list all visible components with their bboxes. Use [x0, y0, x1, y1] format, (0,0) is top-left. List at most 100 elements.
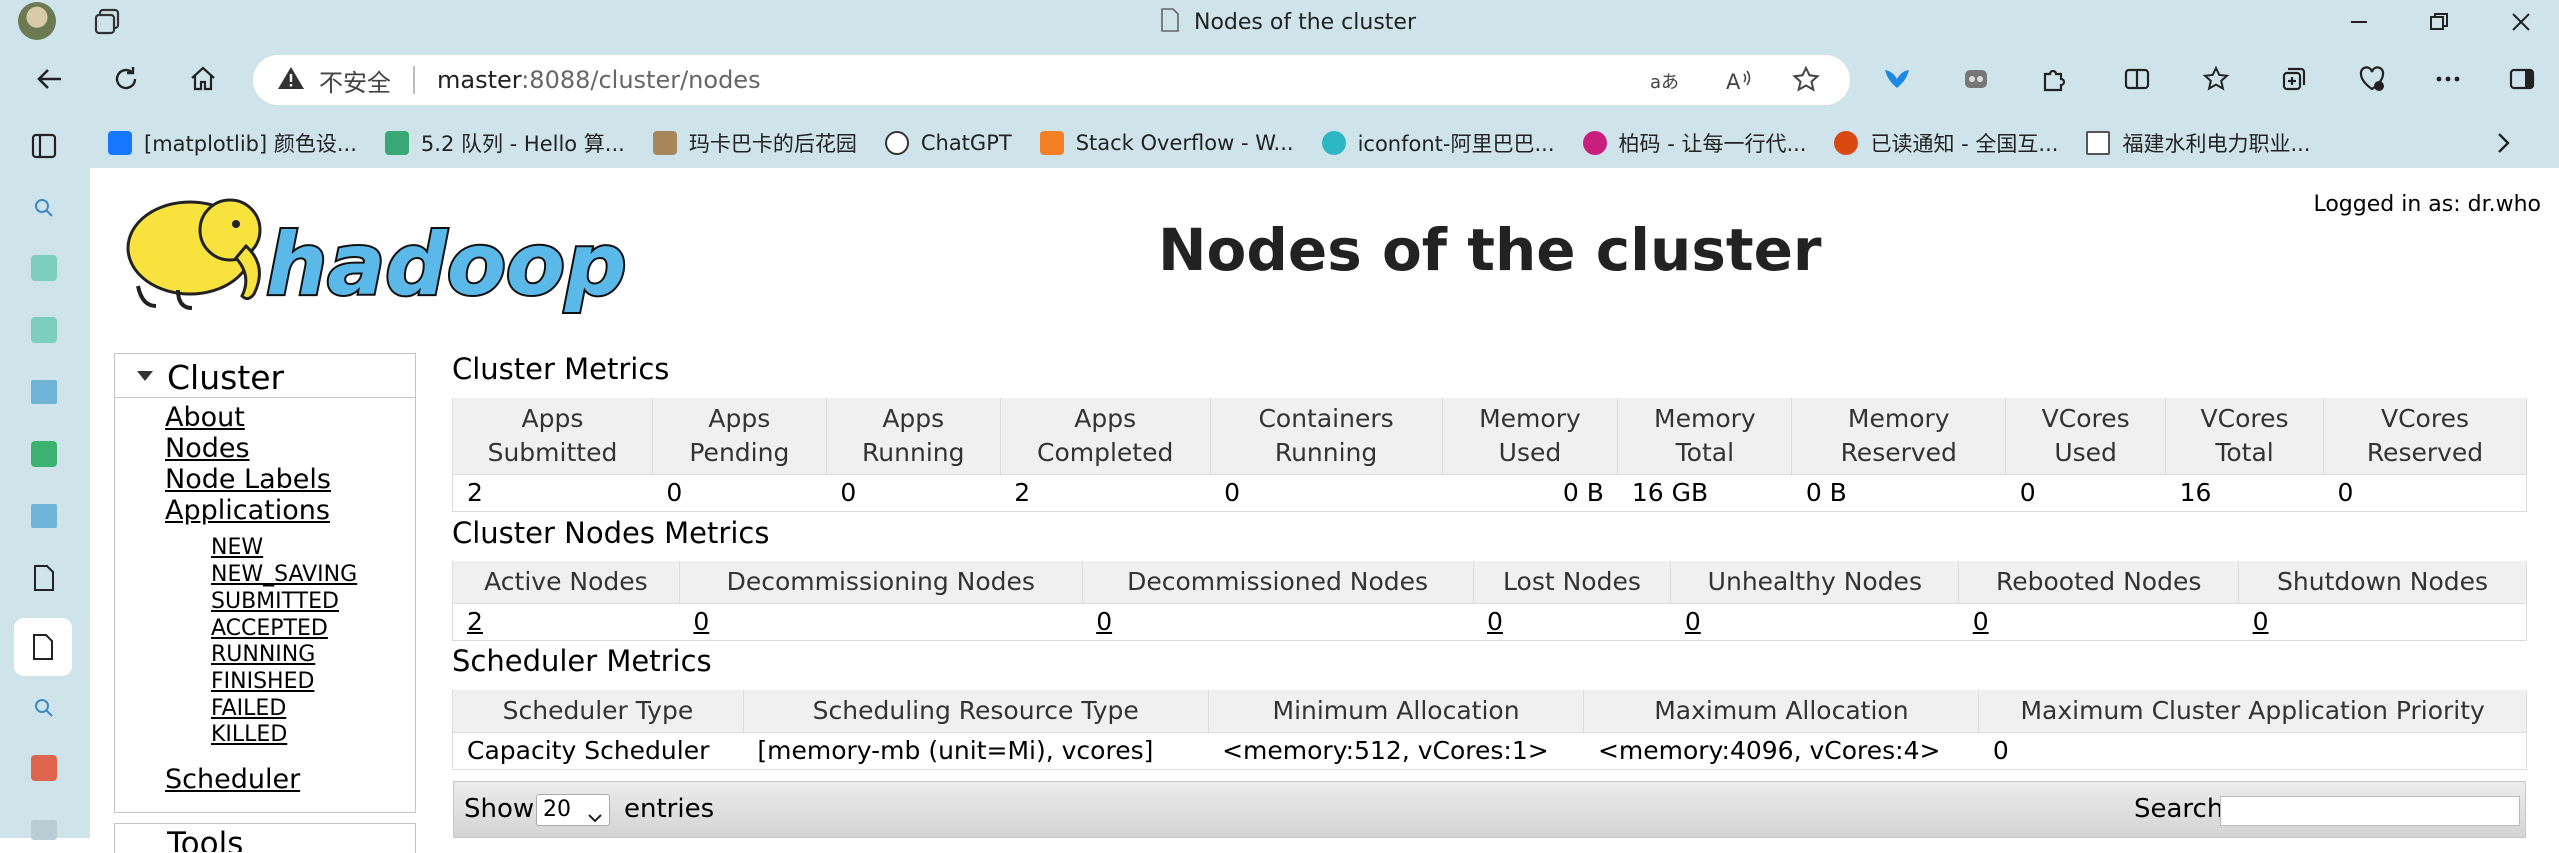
address-bar[interactable]: 不安全 master:8088/cluster/nodes aあ A — [253, 55, 1850, 105]
tab-actions-icon[interactable] — [26, 128, 62, 164]
column-header[interactable]: Decommissioning Nodes — [678, 561, 1083, 603]
workspaces-icon[interactable] — [92, 6, 124, 38]
nav-app-state-failed[interactable]: FAILED — [211, 696, 286, 721]
bookmark-item[interactable]: 福建水利电力职业... — [2086, 128, 2310, 158]
cluster-nodes-metrics-table: Active Nodes Decommissioning Nodes Decom… — [452, 561, 2527, 641]
search-tab-icon[interactable] — [26, 690, 62, 726]
browser-essentials-icon[interactable] — [2350, 57, 2394, 101]
hadoop-logo[interactable]: hadoop — [118, 186, 648, 321]
column-header[interactable]: VCores Total — [2165, 398, 2324, 474]
rebooted-nodes-link[interactable]: 0 — [1958, 602, 2239, 641]
column-header[interactable]: Containers Running — [1209, 398, 1443, 474]
translate-icon[interactable]: aあ — [1648, 66, 1679, 100]
read-aloud-icon[interactable]: A — [1723, 66, 1753, 100]
tab-favicon-icon[interactable] — [26, 312, 62, 348]
column-header[interactable]: Unhealthy Nodes — [1670, 561, 1960, 603]
column-header[interactable]: Lost Nodes — [1472, 561, 1672, 603]
favorites-icon[interactable] — [2194, 57, 2238, 101]
split-screen-icon[interactable] — [2115, 57, 2159, 101]
extensions-icon[interactable] — [2032, 57, 2076, 101]
back-button[interactable] — [28, 57, 72, 101]
bookmark-item[interactable]: ChatGPT — [884, 131, 1012, 155]
unhealthy-nodes-link[interactable]: 0 — [1670, 602, 1959, 641]
column-header[interactable]: Memory Used — [1441, 398, 1619, 474]
nav-cluster-header[interactable]: Cluster — [115, 354, 415, 398]
nav-app-state-accepted[interactable]: ACCEPTED — [211, 616, 328, 641]
tab-favicon-icon[interactable] — [26, 812, 62, 848]
tab-favicon-icon[interactable] — [26, 250, 62, 286]
active-nodes-link[interactable]: 2 — [452, 602, 680, 641]
refresh-button[interactable] — [104, 57, 148, 101]
lost-nodes-link[interactable]: 0 — [1473, 602, 1671, 641]
shutdown-nodes-link[interactable]: 0 — [2238, 602, 2527, 641]
collections-icon[interactable] — [2272, 57, 2316, 101]
column-header[interactable]: Apps Pending — [651, 398, 827, 474]
tab-favicon-icon[interactable] — [26, 436, 62, 472]
search-tab-icon[interactable] — [26, 190, 62, 226]
column-header[interactable]: Minimum Allocation — [1207, 690, 1585, 732]
table-cell: <memory:4096, vCores:4> — [1583, 731, 1979, 770]
sidebar-toggle-icon[interactable] — [2500, 57, 2544, 101]
bookmark-item[interactable]: iconfont-阿里巴巴... — [1321, 128, 1555, 158]
restore-button[interactable] — [2404, 0, 2474, 43]
nav-app-state-killed[interactable]: KILLED — [211, 722, 287, 747]
url-text[interactable]: master:8088/cluster/nodes — [437, 66, 761, 94]
column-header[interactable]: Scheduler Type — [452, 690, 744, 732]
column-header[interactable]: VCores Reserved — [2323, 398, 2527, 474]
nav-app-state-submitted[interactable]: SUBMITTED — [211, 589, 339, 614]
active-tab[interactable] — [14, 618, 72, 676]
column-header[interactable]: Apps Submitted — [452, 398, 653, 474]
nav-app-state-running[interactable]: RUNNING — [211, 642, 315, 667]
nav-link-scheduler[interactable]: Scheduler — [165, 764, 300, 795]
nav-app-state-new[interactable]: NEW — [211, 535, 263, 560]
column-header[interactable]: Shutdown Nodes — [2238, 561, 2527, 603]
home-button[interactable] — [181, 57, 225, 101]
extension-game-icon[interactable] — [1954, 57, 1998, 101]
bookmark-item[interactable]: 柏码 - 让每一行代... — [1582, 128, 1806, 158]
entries-per-page-select[interactable]: 20 — [536, 794, 610, 826]
nav-app-state-new-saving[interactable]: NEW_SAVING — [211, 562, 357, 587]
search-input[interactable] — [2220, 796, 2520, 826]
column-header[interactable]: Scheduling Resource Type — [742, 690, 1209, 732]
collapse-triangle-icon[interactable] — [137, 371, 153, 381]
close-window-button[interactable] — [2486, 0, 2556, 43]
stackoverflow-icon — [1039, 131, 1064, 155]
bookmarks-more-chevron-icon[interactable] — [2490, 130, 2516, 160]
nav-tools-header[interactable]: Tools — [114, 823, 416, 853]
column-header[interactable]: Maximum Cluster Application Priority — [1978, 690, 2527, 732]
more-menu-icon[interactable] — [2426, 57, 2470, 101]
tab-favicon-icon[interactable] — [26, 374, 62, 410]
add-favorite-star-icon[interactable] — [1791, 65, 1821, 99]
nav-link-about[interactable]: About — [165, 402, 245, 433]
column-header[interactable]: Apps Running — [825, 398, 1001, 474]
column-header[interactable]: Active Nodes — [452, 561, 680, 603]
table-cell: 16 GB — [1617, 473, 1792, 512]
column-header[interactable]: Maximum Allocation — [1583, 690, 1980, 732]
tab-favicon-icon[interactable] — [26, 750, 62, 786]
bookmark-item[interactable]: [matplotlib] 颜色设... — [108, 128, 357, 158]
column-header[interactable]: VCores Used — [2005, 398, 2167, 474]
bookmark-item[interactable]: 玛卡巴卡的后花园 — [652, 128, 857, 158]
bookmark-item[interactable]: 已读通知 - 全国互... — [1834, 128, 2058, 158]
column-header[interactable]: Memory Reserved — [1791, 398, 2007, 474]
not-secure-label[interactable]: 不安全 — [319, 63, 391, 98]
profile-avatar[interactable] — [18, 2, 56, 40]
decommissioning-nodes-link[interactable]: 0 — [679, 602, 1083, 641]
column-header[interactable]: Rebooted Nodes — [1958, 561, 2240, 603]
column-header[interactable]: Apps Completed — [999, 398, 1211, 474]
decommissioned-nodes-link[interactable]: 0 — [1082, 602, 1474, 641]
nav-link-node-labels[interactable]: Node Labels — [165, 464, 331, 495]
nav-link-applications[interactable]: Applications — [165, 495, 330, 526]
nav-app-state-finished[interactable]: FINISHED — [211, 669, 314, 694]
tab-page-icon[interactable] — [26, 560, 62, 596]
nav-link-nodes[interactable]: Nodes — [165, 433, 250, 464]
bookmark-item[interactable]: Stack Overflow - W... — [1039, 131, 1294, 155]
warning-icon[interactable] — [277, 65, 305, 95]
extension-bird-icon[interactable] — [1875, 57, 1919, 101]
column-header[interactable]: Decommissioned Nodes — [1081, 561, 1474, 603]
minimize-button[interactable] — [2324, 0, 2394, 43]
bookmark-item[interactable]: 5.2 队列 - Hello 算... — [384, 128, 625, 158]
column-header[interactable]: Memory Total — [1617, 398, 1793, 474]
tab-favicon-icon[interactable] — [26, 498, 62, 534]
chevron-down-icon — [587, 803, 603, 833]
